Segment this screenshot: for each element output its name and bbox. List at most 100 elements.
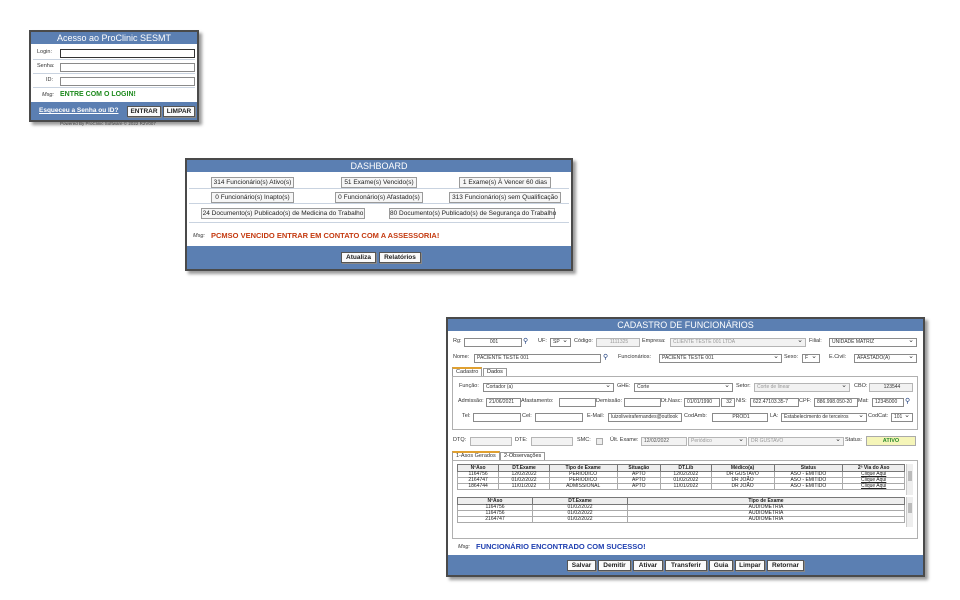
update-button[interactable]: Atualiza	[341, 252, 376, 263]
dtnasc-input[interactable]: 01/01/1990	[684, 398, 720, 407]
cpf-label: CPF:	[799, 398, 812, 404]
dte-input[interactable]	[531, 437, 573, 446]
cbo-input[interactable]: 123544	[869, 383, 913, 392]
ult-medico-select: DR GUSTAVO	[748, 437, 844, 446]
codigo-label: Código:	[574, 338, 593, 344]
cadastro-title: CADASTRO DE FUNCIONÁRIOS	[448, 319, 923, 331]
id-input[interactable]	[60, 77, 195, 86]
codcat-select[interactable]: 101	[891, 413, 913, 422]
cel-input[interactable]	[535, 413, 583, 422]
funcao-select[interactable]: Cortador (a)	[483, 383, 614, 392]
aso-cell: ADMISSIONAL	[548, 483, 618, 490]
nome-label: Nome:	[453, 354, 470, 360]
la-select[interactable]: Estabelecimento de terceiros	[781, 413, 867, 422]
funcionarios-label: Funcionários:	[618, 354, 652, 360]
ghe-select[interactable]: Corte	[634, 383, 733, 392]
transfer-button[interactable]: Transferir	[665, 560, 707, 571]
dtq-input[interactable]	[470, 437, 512, 446]
rg-input[interactable]: 001	[464, 338, 522, 347]
nis-input[interactable]: 622.47103.35-7	[750, 398, 799, 407]
la-label: LA:	[770, 413, 779, 419]
tel-label: Tel:	[462, 413, 471, 419]
demissao-input[interactable]	[624, 398, 661, 407]
exam-table: NºAso DT.Exame Tipo de Exame 1164756 01/…	[457, 497, 905, 523]
admissao-label: Admissão:	[458, 398, 484, 404]
demissao-label: Demissão:	[596, 398, 622, 404]
email-input[interactable]: luizoliveirafernandes@outlook	[608, 413, 682, 422]
admissao-input[interactable]: 21/06/2021	[486, 398, 521, 407]
forgot-password-link[interactable]: Esqueceu a Senha ou ID?	[39, 106, 118, 115]
reports-button[interactable]: Relatórios	[379, 252, 421, 263]
tab-dados[interactable]: Dados	[483, 368, 507, 376]
ecivil-label: E.Civil:	[829, 354, 847, 360]
dismiss-button[interactable]: Demitir	[598, 560, 631, 571]
status-badge: ATIVO	[866, 436, 916, 446]
ecivil-select[interactable]: AFASTADO(A)	[854, 354, 917, 363]
binoculars-icon[interactable]: ⚲	[603, 353, 608, 361]
exams-to-expire-button[interactable]: 1 Exame(s) À Vencer 60 dias	[459, 177, 551, 188]
aso-cell: 1864744	[456, 483, 500, 490]
login-title: Acesso ao ProClinic SESMT	[31, 32, 197, 44]
dtnasc-label: Dt.Nasc:	[661, 398, 683, 404]
uf-select[interactable]: SP	[550, 338, 571, 347]
msg-label: Msg:	[42, 92, 54, 98]
enter-button[interactable]: ENTRAR	[127, 106, 161, 117]
aso-cell: 11/01/2022	[498, 483, 550, 490]
binoculars-icon[interactable]: ⚲	[523, 337, 528, 345]
unfit-employees-button[interactable]: 0 Funcionário(s) Inapto(s)	[211, 192, 294, 203]
tel-input[interactable]	[473, 413, 521, 422]
dashboard-message: PCMSO VENCIDO ENTRAR EM CONTATO COM A AS…	[211, 231, 440, 240]
clear-button[interactable]: LIMPAR	[163, 106, 195, 117]
binoculars-icon[interactable]: ⚲	[905, 397, 910, 405]
idade-input: 32	[721, 398, 735, 407]
sexo-select[interactable]: F	[802, 354, 820, 363]
dashboard-panel: DASHBOARD 314 Funcionário(s) Ativo(s) 51…	[185, 158, 573, 271]
codamb-input[interactable]: PROD1	[712, 413, 768, 422]
afastamento-label: Afastamento:	[521, 398, 554, 404]
ult-tipo-select: Periódico	[688, 437, 747, 446]
uf-label: UF:	[538, 338, 547, 344]
expired-exams-button[interactable]: 51 Exame(s) Vencido(s)	[341, 177, 417, 188]
medicine-docs-button[interactable]: 24 Documento(s) Publicado(s) de Medicina…	[201, 208, 365, 219]
filial-label: Filial:	[809, 338, 822, 344]
nome-input[interactable]: PACIENTE TESTE 001	[474, 354, 601, 363]
dashboard-msg-label: Msg:	[193, 233, 205, 239]
tab-cadastro[interactable]: Cadastro	[452, 367, 483, 376]
aso-reprint-link[interactable]: Clique Aqui	[842, 483, 905, 490]
tab-observacoes[interactable]: 2-Observações	[500, 452, 546, 460]
smc-label: SMC:	[577, 437, 591, 443]
cpf-input[interactable]: 886.998.050-20	[814, 398, 858, 407]
login-panel: Acesso ao ProClinic SESMT Login: Senha: …	[29, 30, 199, 122]
no-qualification-button[interactable]: 313 Funcionário(s) sem Qualificação	[449, 192, 561, 203]
senha-input[interactable]	[60, 63, 195, 72]
empresa-select[interactable]: CLIENTE TESTE 001 LTDA	[670, 338, 806, 347]
funcionarios-select[interactable]: PACIENTE TESTE 001	[659, 354, 782, 363]
safety-docs-button[interactable]: 80 Documento(s) Publicado(s) de Seguranç…	[389, 208, 556, 219]
ghe-label: GHE:	[617, 383, 631, 389]
aso-cell: APTO	[616, 483, 662, 490]
table-row[interactable]: 2164747 01/02/2022 AUDIOMETRIA	[457, 516, 905, 523]
activate-button[interactable]: Ativar	[633, 560, 663, 571]
afastamento-input[interactable]	[559, 398, 596, 407]
tab-asos-gerados[interactable]: 1-Asos Gerados	[452, 451, 500, 460]
aso-cell: 11/01/2022	[660, 483, 712, 490]
table-row[interactable]: 1864744 11/01/2022 ADMISSIONAL APTO 11/0…	[456, 483, 905, 490]
active-employees-button[interactable]: 314 Funcionário(s) Ativo(s)	[211, 177, 294, 188]
clear-form-button[interactable]: Limpar	[735, 560, 765, 571]
guide-button[interactable]: Guia	[709, 560, 733, 571]
mat-input[interactable]: 12345000	[872, 398, 904, 407]
return-button[interactable]: Retornar	[767, 560, 804, 571]
email-label: E-Mail:	[587, 413, 605, 419]
filial-select[interactable]: UNIDADE MATRIZ	[829, 338, 917, 347]
exam-scrollbar[interactable]	[906, 497, 913, 527]
setor-select[interactable]: Corte de linear	[754, 383, 850, 392]
away-employees-button[interactable]: 0 Funcionário(s) Afastado(s)	[335, 192, 423, 203]
smc-checkbox[interactable]	[596, 438, 603, 445]
sexo-label: Sexo:	[784, 354, 799, 360]
save-button[interactable]: Salvar	[567, 560, 596, 571]
login-input[interactable]	[60, 49, 195, 58]
dtq-label: DTQ:	[453, 437, 467, 443]
dashboard-title: DASHBOARD	[187, 160, 571, 172]
status-label: Status:	[845, 437, 863, 443]
aso-scrollbar[interactable]	[906, 464, 913, 495]
